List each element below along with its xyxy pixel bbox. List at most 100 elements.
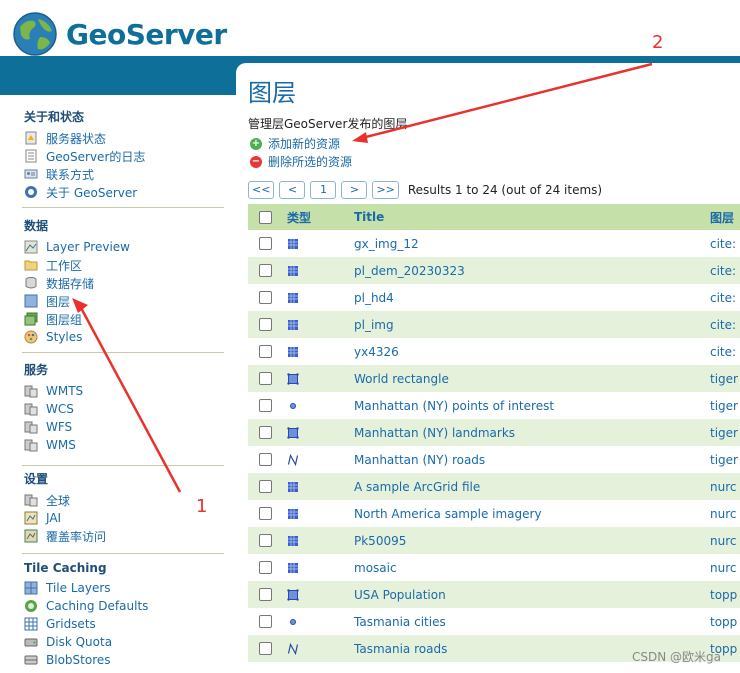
sidebar-link[interactable]: 服务器状态 xyxy=(46,130,106,147)
layer-name-link[interactable]: tiger xyxy=(710,453,740,467)
row-checkbox[interactable] xyxy=(258,561,272,574)
remove-resource-link[interactable]: 删除所选的资源 xyxy=(268,153,352,170)
sidebar-item-caching-defaults[interactable]: Caching Defaults xyxy=(24,597,224,615)
row-checkbox[interactable] xyxy=(258,264,272,277)
sidebar-link[interactable]: 图层组 xyxy=(46,311,82,328)
column-type-header[interactable]: 类型 xyxy=(282,209,354,226)
select-all-checkbox[interactable] xyxy=(258,210,272,224)
sidebar-link[interactable]: 工作区 xyxy=(46,257,82,274)
layer-name-link[interactable]: nurc xyxy=(710,480,740,494)
layer-name-link[interactable]: tiger xyxy=(710,372,740,386)
layer-name-link[interactable]: cite: xyxy=(710,291,740,305)
row-checkbox[interactable] xyxy=(258,372,272,385)
sidebar-link[interactable]: Disk Quota xyxy=(46,635,112,649)
sidebar-link[interactable]: GeoServer的日志 xyxy=(46,148,145,165)
geoserver-logo[interactable]: GeoServer xyxy=(12,10,227,58)
sidebar-link[interactable]: 覆盖率访问 xyxy=(46,528,106,545)
sidebar-item-contact[interactable]: 联系方式 xyxy=(24,165,224,183)
sidebar-item-disk-quota[interactable]: Disk Quota xyxy=(24,633,224,651)
row-checkbox[interactable] xyxy=(258,453,272,466)
row-checkbox[interactable] xyxy=(258,480,272,493)
sidebar-link[interactable]: 图层 xyxy=(46,293,70,310)
sidebar-item-global[interactable]: 全球 xyxy=(24,491,224,509)
layer-title-link[interactable]: gx_img_12 xyxy=(354,237,710,251)
layer-title-link[interactable]: Manhattan (NY) roads xyxy=(354,453,710,467)
layer-title-link[interactable]: yx4326 xyxy=(354,345,710,359)
sidebar-item-layer-preview[interactable]: Layer Preview xyxy=(24,238,224,256)
column-title-header[interactable]: Title xyxy=(354,210,710,224)
add-resource-action[interactable]: + 添加新的资源 xyxy=(250,135,340,152)
layer-name-link[interactable]: nurc xyxy=(710,507,740,521)
sidebar-item-wms[interactable]: WMS xyxy=(24,436,224,454)
layer-title-link[interactable]: Manhattan (NY) points of interest xyxy=(354,399,710,413)
sidebar-link[interactable]: 联系方式 xyxy=(46,166,94,183)
layer-title-link[interactable]: World rectangle xyxy=(354,372,710,386)
sidebar-link[interactable]: WMTS xyxy=(46,384,83,398)
sidebar-item-jai[interactable]: JAI xyxy=(24,509,224,527)
layer-name-link[interactable]: cite: xyxy=(710,345,740,359)
layer-name-link[interactable]: cite: xyxy=(710,237,740,251)
row-checkbox[interactable] xyxy=(258,318,272,331)
sidebar-link[interactable]: WFS xyxy=(46,420,72,434)
sidebar-item-log[interactable]: GeoServer的日志 xyxy=(24,147,224,165)
add-resource-link[interactable]: 添加新的资源 xyxy=(268,135,340,152)
sidebar-link[interactable]: WCS xyxy=(46,402,74,416)
pager-page-button[interactable]: 1 xyxy=(310,181,337,199)
sidebar-link[interactable]: Caching Defaults xyxy=(46,599,148,613)
sidebar-item-coverage-access[interactable]: 覆盖率访问 xyxy=(24,527,224,545)
sidebar-item-gridsets[interactable]: Gridsets xyxy=(24,615,224,633)
sidebar-link[interactable]: Layer Preview xyxy=(46,240,130,254)
sidebar-item-wfs[interactable]: WFS xyxy=(24,418,224,436)
row-checkbox[interactable] xyxy=(258,291,272,304)
sidebar-link[interactable]: 数据存储 xyxy=(46,275,94,292)
row-checkbox[interactable] xyxy=(258,426,272,439)
sidebar-item-styles[interactable]: Styles xyxy=(24,328,224,346)
sidebar-item-workspaces[interactable]: 工作区 xyxy=(24,256,224,274)
row-checkbox[interactable] xyxy=(258,588,272,601)
sidebar-link[interactable]: 全球 xyxy=(46,492,70,509)
sidebar-item-blobstores[interactable]: BlobStores xyxy=(24,651,224,669)
sidebar-link[interactable]: Gridsets xyxy=(46,617,96,631)
layer-name-link[interactable]: cite: xyxy=(710,264,740,278)
layer-name-link[interactable]: cite: xyxy=(710,318,740,332)
sidebar-item-server-status[interactable]: 服务器状态 xyxy=(24,129,224,147)
row-checkbox[interactable] xyxy=(258,237,272,250)
sidebar-item-layers[interactable]: 图层 xyxy=(24,292,224,310)
sidebar-item-wcs[interactable]: WCS xyxy=(24,400,224,418)
layer-name-link[interactable]: nurc xyxy=(710,561,740,575)
sidebar-item-stores[interactable]: 数据存储 xyxy=(24,274,224,292)
layer-title-link[interactable]: Tasmania cities xyxy=(354,615,710,629)
layer-name-link[interactable]: topp xyxy=(710,588,740,602)
layer-title-link[interactable]: USA Population xyxy=(354,588,710,602)
sidebar-item-tile-layers[interactable]: Tile Layers xyxy=(24,579,224,597)
layer-title-link[interactable]: pl_hd4 xyxy=(354,291,710,305)
layer-title-link[interactable]: Manhattan (NY) landmarks xyxy=(354,426,710,440)
sidebar-link[interactable]: Styles xyxy=(46,330,82,344)
layer-name-link[interactable]: topp xyxy=(710,615,740,629)
column-layer-header[interactable]: 图层 xyxy=(710,209,740,226)
layer-title-link[interactable]: Pk50095 xyxy=(354,534,710,548)
pager-last-button[interactable]: >> xyxy=(372,181,399,199)
layer-title-link[interactable]: pl_dem_20230323 xyxy=(354,264,710,278)
pager-prev-button[interactable]: < xyxy=(279,181,306,199)
row-checkbox[interactable] xyxy=(258,642,272,655)
sidebar-link[interactable]: JAI xyxy=(46,511,61,525)
layer-name-link[interactable]: tiger xyxy=(710,426,740,440)
row-checkbox[interactable] xyxy=(258,345,272,358)
sidebar-link[interactable]: BlobStores xyxy=(46,653,111,667)
row-checkbox[interactable] xyxy=(258,399,272,412)
pager-next-button[interactable]: > xyxy=(341,181,368,199)
remove-resource-action[interactable]: − 删除所选的资源 xyxy=(250,153,352,170)
row-checkbox[interactable] xyxy=(258,615,272,628)
pager-first-button[interactable]: << xyxy=(248,181,275,199)
sidebar-item-about[interactable]: 关于 GeoServer xyxy=(24,183,224,201)
layer-name-link[interactable]: nurc xyxy=(710,534,740,548)
sidebar-link[interactable]: Tile Layers xyxy=(46,581,111,595)
layer-title-link[interactable]: North America sample imagery xyxy=(354,507,710,521)
row-checkbox[interactable] xyxy=(258,534,272,547)
sidebar-link[interactable]: 关于 GeoServer xyxy=(46,184,137,201)
layer-title-link[interactable]: pl_img xyxy=(354,318,710,332)
sidebar-item-wmts[interactable]: WMTS xyxy=(24,382,224,400)
sidebar-link[interactable]: WMS xyxy=(46,438,76,452)
layer-title-link[interactable]: A sample ArcGrid file xyxy=(354,480,710,494)
